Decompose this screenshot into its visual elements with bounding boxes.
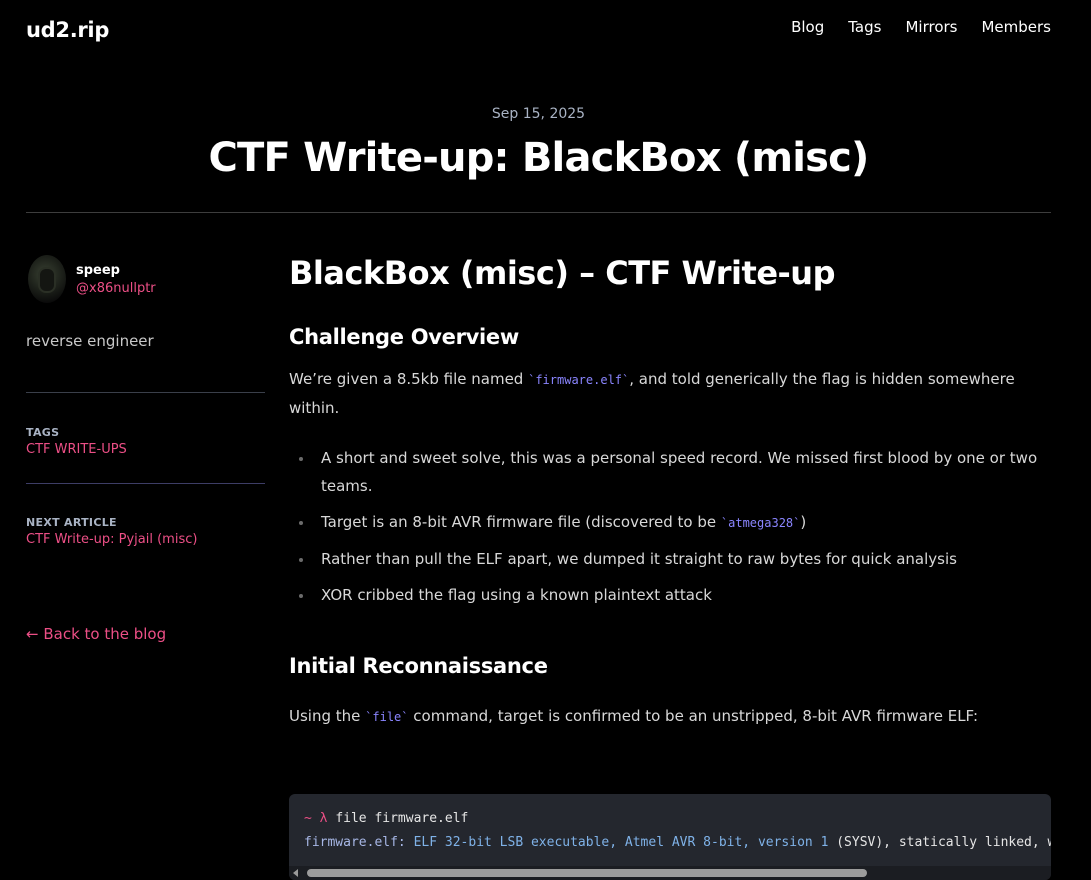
tags-label: TAGS [26,426,60,439]
list-item: XOR cribbed the flag using a known plain… [289,581,1051,609]
author-handle-link[interactable]: @x86nullptr [76,281,156,296]
output-filename: firmware.elf: [304,835,406,850]
shell-command: file firmware.elf [335,811,469,826]
shell-prompt: ~ λ [304,811,336,826]
article-heading: BlackBox (misc) – CTF Write-up [289,254,835,292]
next-article-link[interactable]: CTF Write-up: Pyjail (misc) [26,532,266,547]
intro-paragraph: We’re given a 8.5kb file named `firmware… [289,365,1051,422]
inline-code: `firmware.elf` [528,373,630,387]
list-item-text: ) [800,513,807,531]
recon-paragraph: Using the `file` command, target is conf… [289,702,1051,731]
output-rest: (SYSV), statically linked, wi [836,835,1051,850]
post-date: Sep 15, 2025 [491,106,586,122]
code-lines: ~ λ file firmware.elf firmware.elf: ELF … [289,794,1051,855]
sidebar-divider [26,483,265,484]
post-title: CTF Write-up: BlackBox (misc) [208,135,869,181]
section-heading-overview: Challenge Overview [289,325,519,349]
overview-list: A short and sweet solve, this was a pers… [289,444,1051,609]
avatar[interactable] [28,255,66,303]
list-item: Target is an 8-bit AVR firmware file (di… [289,508,1051,537]
code-line: firmware.elf: ELF 32-bit LSB executable,… [304,831,1051,855]
sidebar-divider [26,392,265,393]
section-heading-recon: Initial Reconnaissance [289,654,548,678]
header-divider [26,212,1051,213]
inline-code: `file` [365,710,409,724]
list-item: A short and sweet solve, this was a pers… [289,444,1051,500]
horizontal-scrollbar[interactable] [289,866,1051,880]
next-article-label: NEXT ARTICLE [26,516,117,529]
scrollbar-thumb[interactable] [307,869,867,877]
code-line: ~ λ file firmware.elf [304,807,1051,831]
back-to-blog-link[interactable]: ← Back to the blog [26,625,266,643]
recon-text: command, target is confirmed to be an un… [408,707,979,725]
intro-text: We’re given a 8.5kb file named [289,370,529,388]
author-bio: reverse engineer [26,332,154,350]
main-nav: Blog Tags Mirrors Members [791,18,1051,36]
inline-code: `atmega328` [720,516,801,530]
output-description: ELF 32-bit LSB executable, Atmel AVR 8-b… [405,835,837,850]
nav-members[interactable]: Members [981,18,1051,36]
author-card: speep @x86nullptr [26,248,266,310]
site-header: ud2.rip Blog Tags Mirrors Members [0,0,1091,66]
recon-text: Using the [289,707,366,725]
list-item: Rather than pull the ELF apart, we dumpe… [289,545,1051,573]
sidebar: speep @x86nullptr reverse engineer TAGS … [26,248,266,643]
nav-mirrors[interactable]: Mirrors [905,18,957,36]
article-body: BlackBox (misc) – CTF Write-up Challenge… [289,250,1051,731]
tag-link[interactable]: CTF WRITE-UPS [26,442,266,457]
nav-tags[interactable]: Tags [848,18,881,36]
author-info: speep @x86nullptr [76,263,156,296]
scroll-left-arrow-icon[interactable] [293,869,298,877]
author-name: speep [76,262,120,278]
list-item-text: Target is an 8-bit AVR firmware file (di… [321,513,721,531]
site-logo[interactable]: ud2.rip [26,18,109,42]
code-block[interactable]: ~ λ file firmware.elf firmware.elf: ELF … [289,794,1051,880]
nav-blog[interactable]: Blog [791,18,824,36]
